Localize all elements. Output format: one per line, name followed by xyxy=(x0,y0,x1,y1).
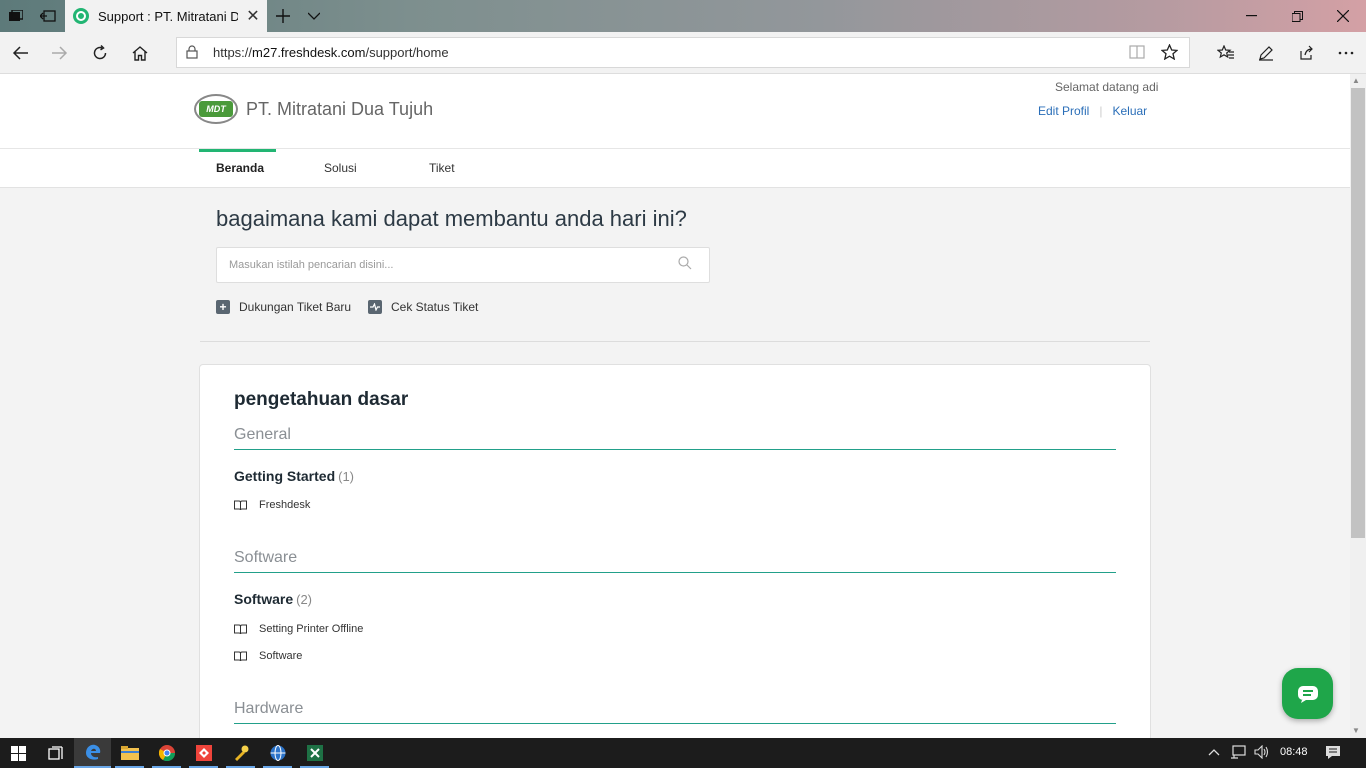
tab-close-icon[interactable]: ✕ xyxy=(245,8,261,25)
new-ticket-label: Dukungan Tiket Baru xyxy=(239,300,352,314)
more-menu-icon[interactable] xyxy=(1330,37,1362,69)
book-icon xyxy=(234,500,248,511)
tray-chevron-up-icon[interactable] xyxy=(1208,745,1220,759)
new-tab-icon[interactable] xyxy=(267,0,299,32)
welcome-text: Selamat datang adi xyxy=(1055,80,1159,94)
scrollbar-thumb[interactable] xyxy=(1351,88,1365,538)
address-toolbar: https://m27.freshdesk.com/support/home xyxy=(0,32,1366,74)
brand-name[interactable]: PT. Mitratani Dua Tujuh xyxy=(246,99,433,120)
category-divider xyxy=(234,723,1116,724)
folder-software[interactable]: Software (2) xyxy=(234,591,312,607)
freshdesk-favicon-icon xyxy=(73,8,89,24)
search-box xyxy=(216,247,710,283)
back-arrow-icon[interactable] xyxy=(4,37,36,69)
knowledge-base-card: pengetahuan dasar General Getting Starte… xyxy=(199,364,1151,738)
site-header: MDT PT. Mitratani Dua Tujuh Selamat data… xyxy=(0,74,1350,149)
article-link[interactable]: Setting Printer Offline xyxy=(234,623,363,635)
tab-solusi[interactable]: Solusi xyxy=(324,161,357,175)
active-tab-indicator xyxy=(199,149,276,152)
home-icon[interactable] xyxy=(124,37,156,69)
tab-list-chevron-icon[interactable] xyxy=(298,0,330,32)
link-separator: | xyxy=(1099,104,1103,118)
plus-square-icon: + xyxy=(216,300,230,314)
globe-app-icon[interactable] xyxy=(259,738,296,768)
search-input[interactable] xyxy=(217,248,667,282)
lock-icon[interactable] xyxy=(186,45,198,62)
logout-link[interactable]: Keluar xyxy=(1112,104,1147,118)
search-icon[interactable] xyxy=(678,256,692,273)
anydesk-icon[interactable] xyxy=(185,738,222,768)
tool-app-icon[interactable] xyxy=(222,738,259,768)
user-links: Edit Profil | Keluar xyxy=(1038,104,1147,118)
url-field[interactable]: https://m27.freshdesk.com/support/home xyxy=(176,37,1190,68)
restore-icon[interactable] xyxy=(1274,0,1320,32)
company-logo[interactable]: MDT xyxy=(194,94,238,124)
chat-bubble-icon xyxy=(1297,685,1318,703)
category-divider xyxy=(234,449,1116,450)
section-divider xyxy=(200,341,1150,342)
article-link[interactable]: Software xyxy=(234,650,302,662)
tab-title: Support : PT. Mitratani D xyxy=(98,8,238,24)
favorites-hub-icon[interactable] xyxy=(1210,37,1242,69)
chat-widget-button[interactable] xyxy=(1282,668,1333,719)
category-general[interactable]: General xyxy=(234,426,291,444)
article-link[interactable]: Freshdesk xyxy=(234,499,310,511)
kb-title: pengetahuan dasar xyxy=(234,389,409,410)
check-status-link[interactable]: Cek Status Tiket xyxy=(368,300,478,314)
forward-arrow-icon[interactable] xyxy=(44,37,76,69)
browser-tab-active[interactable]: Support : PT. Mitratani D ✕ xyxy=(65,0,267,32)
set-aside-tabs-icon[interactable] xyxy=(32,0,64,32)
windows-taskbar: 08:48 xyxy=(0,738,1366,768)
browser-tab-bar: Support : PT. Mitratani D ✕ xyxy=(0,0,1366,32)
scroll-up-arrow-icon[interactable]: ▲ xyxy=(1352,76,1360,85)
category-divider xyxy=(234,572,1116,573)
share-icon[interactable] xyxy=(1290,37,1322,69)
tab-tiket[interactable]: Tiket xyxy=(429,161,455,175)
edge-browser-icon[interactable] xyxy=(74,738,111,768)
excel-icon[interactable] xyxy=(296,738,333,768)
close-window-icon[interactable] xyxy=(1320,0,1366,32)
hero-title: bagaimana kami dapat membantu anda hari … xyxy=(216,206,687,231)
task-view-icon[interactable] xyxy=(37,738,74,768)
new-ticket-link[interactable]: + Dukungan Tiket Baru xyxy=(216,300,351,314)
minimize-icon[interactable] xyxy=(1228,0,1274,32)
network-icon[interactable] xyxy=(1230,745,1246,762)
category-hardware[interactable]: Hardware xyxy=(234,700,303,718)
favorite-star-icon[interactable] xyxy=(1160,43,1179,63)
category-software[interactable]: Software xyxy=(234,549,297,567)
tab-beranda[interactable]: Beranda xyxy=(216,161,264,175)
pulse-icon xyxy=(368,300,382,314)
folder-getting-started[interactable]: Getting Started (1) xyxy=(234,468,354,484)
check-status-label: Cek Status Tiket xyxy=(391,300,479,314)
volume-icon[interactable] xyxy=(1254,744,1270,762)
book-icon xyxy=(234,624,248,635)
chrome-icon[interactable] xyxy=(148,738,185,768)
notification-center-icon[interactable] xyxy=(1325,745,1341,763)
url-text: https://m27.freshdesk.com/support/home xyxy=(213,45,449,60)
refresh-icon[interactable] xyxy=(84,37,116,69)
book-icon xyxy=(234,651,248,662)
reading-view-icon[interactable] xyxy=(1129,45,1145,62)
web-page: MDT PT. Mitratani Dua Tujuh Selamat data… xyxy=(0,74,1350,738)
file-explorer-icon[interactable] xyxy=(111,738,148,768)
web-note-pen-icon[interactable] xyxy=(1250,37,1282,69)
tab-manager-icon[interactable] xyxy=(0,0,32,32)
scroll-down-arrow-icon[interactable]: ▼ xyxy=(1352,726,1360,735)
taskbar-clock[interactable]: 08:48 xyxy=(1280,746,1308,758)
start-windows-icon[interactable] xyxy=(0,738,37,768)
portal-nav: Beranda Solusi Tiket xyxy=(0,149,1350,188)
edit-profile-link[interactable]: Edit Profil xyxy=(1038,104,1089,118)
